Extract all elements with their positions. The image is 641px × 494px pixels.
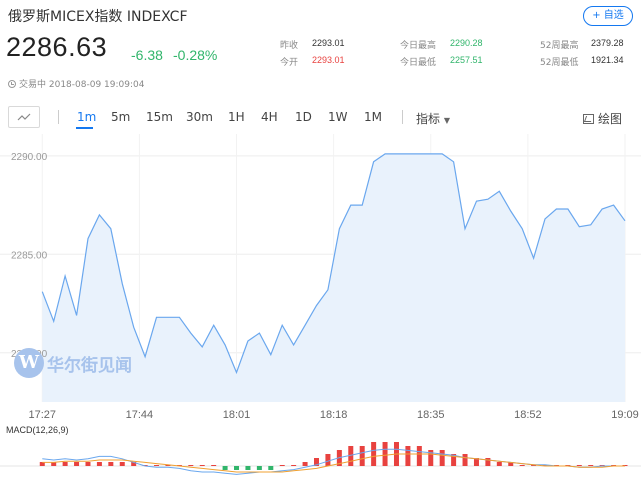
macd-histogram-bar (211, 465, 217, 466)
line-chart-icon (17, 113, 31, 121)
macd-histogram-bar (359, 446, 365, 466)
x-tick-label: 18:01 (223, 409, 251, 421)
draw-tool-icon (583, 114, 594, 124)
macd-histogram-bar (245, 466, 251, 470)
draw-button[interactable]: 绘图 (583, 110, 622, 127)
macd-histogram-bar (119, 462, 125, 466)
indicator-dropdown[interactable]: 指标 ▼ (416, 110, 450, 127)
macd-histogram-bar (439, 450, 445, 466)
watermark-logo: W (14, 348, 44, 378)
tab-5m[interactable]: 5m (111, 110, 130, 124)
x-tick-label: 18:52 (514, 409, 542, 421)
macd-histogram-bar (496, 462, 502, 466)
day-low-label: 今日最低 (400, 58, 437, 68)
macd-histogram-bar (222, 466, 228, 470)
macd-dea-line (42, 453, 625, 473)
macd-histogram-bar (416, 446, 422, 466)
macd-histogram-bar (519, 465, 525, 466)
day-high-value: 2290.28 (450, 38, 483, 48)
toolbar-divider (402, 110, 403, 124)
week52-low-value: 1921.34 (591, 55, 624, 65)
macd-dif-line (42, 448, 625, 475)
tab-1mo[interactable]: 1M (364, 110, 382, 124)
caret-down-icon: ▼ (443, 116, 450, 125)
macd-histogram-bar (256, 466, 262, 470)
y-tick-label: 2290.00 (11, 152, 48, 163)
day-high-label: 今日最高 (400, 41, 437, 51)
day-low-value: 2257.51 (450, 55, 483, 65)
macd-histogram-bar (279, 465, 285, 466)
tab-1d[interactable]: 1D (295, 110, 312, 124)
instrument-title: 俄罗斯MICEX指数 INDEXCF (8, 9, 188, 25)
chart-type-button[interactable] (8, 106, 40, 128)
macd-histogram-bar (62, 462, 68, 466)
macd-histogram-bar (462, 454, 468, 466)
tab-1m[interactable]: 1m (77, 110, 96, 124)
macd-histogram-bar (382, 442, 388, 466)
macd-histogram-bar (325, 454, 331, 466)
add-to-watchlist-button[interactable]: + 自选 (583, 6, 633, 26)
price-change-percent: -0.28% (173, 47, 218, 63)
macd-histogram-bar (485, 458, 491, 466)
macd-histogram-bar (234, 466, 240, 470)
watermark-text: 华尔街见闻 (47, 355, 132, 376)
macd-label: MACD(12,26,9) (6, 425, 69, 435)
macd-histogram-bar (74, 462, 80, 466)
indicator-label: 指标 (416, 112, 441, 126)
macd-histogram-bar (371, 442, 377, 466)
price-chart[interactable]: 2290.002285.002280.00 17:2717:4418:0118:… (0, 134, 641, 434)
week52-high-label: 52周最高 (540, 41, 579, 51)
tab-1w[interactable]: 1W (328, 110, 348, 124)
x-tick-label: 17:44 (126, 409, 154, 421)
tab-1h[interactable]: 1H (228, 110, 245, 124)
toolbar-divider (58, 110, 59, 124)
macd-histogram-bar (576, 465, 582, 466)
x-tick-label: 19:09 (611, 409, 639, 421)
trading-status: 交易中 2018-08-09 19:09:04 (8, 77, 144, 90)
macd-histogram-bar (291, 465, 297, 466)
trading-status-text: 交易中 2018-08-09 19:09:04 (19, 80, 145, 90)
macd-histogram-bar (154, 465, 160, 466)
tab-15m[interactable]: 15m (146, 110, 173, 124)
open-label: 今开 (280, 58, 299, 68)
macd-histogram-bar (588, 465, 594, 466)
week52-high-value: 2379.28 (591, 38, 624, 48)
macd-histogram-bar (85, 462, 91, 466)
macd-histogram-bar (96, 462, 102, 466)
macd-histogram-bar (302, 462, 308, 466)
x-tick-label: 17:27 (29, 409, 57, 421)
y-tick-label: 2285.00 (11, 250, 48, 261)
watermark: W 华尔街见闻 (14, 348, 132, 380)
macd-histogram-bar (108, 462, 114, 466)
clock-icon (8, 80, 16, 88)
prev-close-value: 2293.01 (312, 38, 345, 48)
x-tick-label: 18:35 (417, 409, 445, 421)
macd-histogram-bar (268, 466, 274, 470)
macd-histogram-bar (188, 465, 194, 466)
tab-30m[interactable]: 30m (186, 110, 213, 124)
tab-4h[interactable]: 4H (261, 110, 278, 124)
week52-low-label: 52周最低 (540, 58, 579, 68)
active-tab-indicator (76, 127, 93, 129)
last-price: 2286.63 (6, 32, 108, 62)
prev-close-label: 昨收 (280, 41, 299, 51)
x-tick-label: 18:18 (320, 409, 348, 421)
macd-chart (0, 442, 641, 475)
draw-label: 绘图 (598, 112, 623, 126)
open-value: 2293.01 (312, 55, 345, 65)
macd-histogram-bar (199, 465, 205, 466)
price-change: -6.38 (131, 47, 163, 63)
macd-histogram-bar (405, 446, 411, 466)
